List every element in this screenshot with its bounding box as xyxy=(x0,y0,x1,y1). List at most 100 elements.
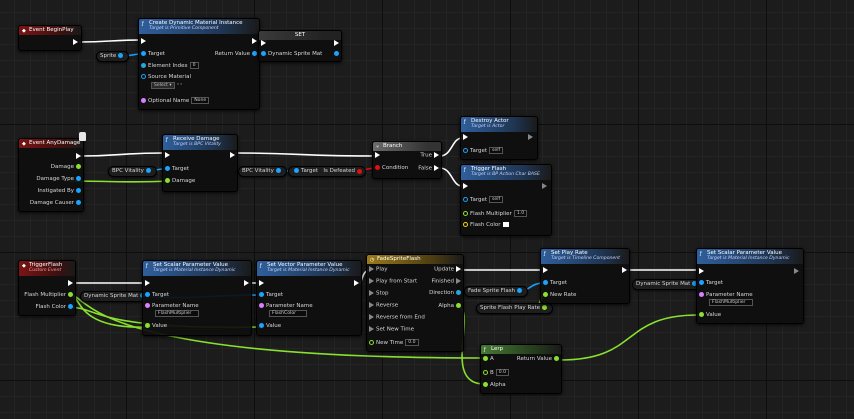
exec-in-pin[interactable] xyxy=(145,280,150,286)
alpha-pin[interactable] xyxy=(456,303,461,308)
new-time-field[interactable]: 0.0 xyxy=(405,339,419,346)
target-pin[interactable] xyxy=(141,51,146,56)
dynamic-sprite-mat-variable[interactable]: Dynamic Sprite Mat xyxy=(80,291,152,302)
object-out-pin[interactable] xyxy=(145,168,151,173)
direction-pin[interactable] xyxy=(456,290,461,295)
target-pin[interactable] xyxy=(699,280,704,285)
destroy-actor-node[interactable]: ƒ Destroy Actor Target is Actor Target self xyxy=(460,116,538,160)
parameter-name-field[interactable]: FlashMultiplier xyxy=(709,299,753,306)
return-value-pin[interactable] xyxy=(554,356,559,361)
new-time-pin[interactable] xyxy=(369,340,374,345)
a-pin[interactable] xyxy=(483,356,488,361)
new-rate-pin[interactable] xyxy=(543,292,548,297)
set-vector-parameter-node[interactable]: ƒ Set Vector Parameter Value Target is Mat… xyxy=(256,260,362,336)
target-field[interactable]: self xyxy=(489,147,504,154)
target-field[interactable]: self xyxy=(489,196,504,203)
flash-color-pin[interactable] xyxy=(463,222,468,227)
exec-in-pin[interactable] xyxy=(699,268,704,274)
reverse-pin[interactable] xyxy=(369,302,374,308)
parameter-name-pin[interactable] xyxy=(699,292,704,297)
damage-causer-pin[interactable] xyxy=(76,200,81,205)
exec-out-pin[interactable] xyxy=(622,267,627,273)
condition-pin[interactable] xyxy=(375,165,380,170)
return-value-pin[interactable] xyxy=(252,51,257,56)
true-exec-pin[interactable] xyxy=(434,152,439,158)
source-material-dropdown[interactable]: Select ▾ xyxy=(151,82,175,89)
object-out-pin[interactable] xyxy=(275,168,281,173)
fade-sprite-flash-timeline-node[interactable]: ◷ FadeSpriteFlash Play Play from Start St… xyxy=(366,254,464,352)
exec-out-pin[interactable] xyxy=(252,38,257,44)
false-exec-pin[interactable] xyxy=(434,165,439,171)
fade-sprite-flash-variable[interactable]: Fade Sprite Flash xyxy=(464,286,529,297)
stop-pin[interactable] xyxy=(369,290,374,296)
finished-pin[interactable] xyxy=(456,278,461,284)
target-pin[interactable] xyxy=(463,148,468,153)
exec-out-pin[interactable] xyxy=(334,40,339,46)
trigger-flash-event-node[interactable]: ◆ TriggerFlash Custom Event Flash Multipli… xyxy=(18,260,76,316)
set-play-rate-node[interactable]: ƒ Set Play Rate Target is Timeline Compone… xyxy=(540,248,630,304)
dynamic-sprite-mat-variable[interactable]: Dynamic Sprite Mat xyxy=(632,279,704,290)
value-pin[interactable] xyxy=(699,312,704,317)
optional-name-pin[interactable] xyxy=(141,98,146,103)
exec-in-pin[interactable] xyxy=(259,280,264,286)
element-index-field[interactable]: 0 xyxy=(189,62,199,69)
target-pin[interactable] xyxy=(294,168,299,173)
flash-multiplier-pin[interactable] xyxy=(68,292,73,297)
exec-out-pin[interactable] xyxy=(68,280,73,286)
parameter-name-field[interactable]: FlashMultiplier xyxy=(155,310,199,317)
object-out-pin[interactable] xyxy=(118,53,124,58)
sprite-variable[interactable]: Sprite xyxy=(96,51,130,62)
play-pin[interactable] xyxy=(369,266,374,272)
exec-out-pin[interactable] xyxy=(244,280,249,286)
event-any-damage-node[interactable]: ◆ Event AnyDamage Damage Damage Type Inst… xyxy=(18,138,84,212)
branch-node[interactable]: ⑂ Branch True Condition False xyxy=(372,141,442,179)
exec-in-pin[interactable] xyxy=(463,134,468,140)
parameter-name-field[interactable]: FlashColor xyxy=(269,310,307,317)
exec-out-pin[interactable] xyxy=(230,152,235,158)
update-pin[interactable] xyxy=(456,266,461,272)
set-scalar-parameter-node[interactable]: ƒ Set Scalar Parameter Value Target is Mat… xyxy=(696,248,804,324)
value-out-pin[interactable] xyxy=(334,51,339,56)
target-pin[interactable] xyxy=(145,292,150,297)
parameter-name-pin[interactable] xyxy=(145,303,150,308)
exec-in-pin[interactable] xyxy=(543,267,548,273)
create-dynamic-material-instance-node[interactable]: ƒ Create Dynamic Material Instance Target … xyxy=(138,18,260,110)
bpc-vitality-variable[interactable]: BPC Vitality xyxy=(108,166,157,177)
value-pin[interactable] xyxy=(259,323,264,328)
set-variable-node[interactable]: SET Dynamic Sprite Mat xyxy=(258,30,342,62)
exec-in-pin[interactable] xyxy=(261,40,266,46)
source-material-pin[interactable] xyxy=(141,74,146,79)
flash-multiplier-pin[interactable] xyxy=(463,211,468,216)
exec-in-pin[interactable] xyxy=(165,152,170,158)
target-pin[interactable] xyxy=(463,197,468,202)
target-pin[interactable] xyxy=(165,166,170,171)
exec-out-pin[interactable] xyxy=(528,134,533,140)
object-out-pin[interactable] xyxy=(517,288,523,293)
event-begin-play-node[interactable]: ◆ Event BeginPlay xyxy=(18,25,82,51)
value-pin[interactable] xyxy=(145,323,150,328)
lerp-node[interactable]: ƒ Lerp A Return Value B 0.0 Alpha xyxy=(480,344,562,394)
damage-type-pin[interactable] xyxy=(76,176,81,181)
damage-in-pin[interactable] xyxy=(165,178,170,183)
optional-name-field[interactable]: None xyxy=(191,97,210,104)
instigated-by-pin[interactable] xyxy=(76,188,81,193)
exec-in-pin[interactable] xyxy=(141,38,146,44)
sprite-flash-play-rate-variable[interactable]: Sprite Flash Play Rate xyxy=(476,303,554,314)
bool-out-pin[interactable] xyxy=(357,169,362,174)
value-in-pin[interactable] xyxy=(261,51,266,56)
target-pin[interactable] xyxy=(259,292,264,297)
receive-damage-node[interactable]: ƒ Receive Damage Target is BPC Vitality Ta… xyxy=(162,134,238,192)
exec-out-pin[interactable] xyxy=(76,153,81,159)
is-defeated-node[interactable]: Target Is Defeated xyxy=(288,166,366,177)
element-index-pin[interactable] xyxy=(141,63,146,68)
bpc-vitality-variable[interactable]: BPC Vitality xyxy=(238,166,287,177)
flash-color-pin[interactable] xyxy=(68,304,73,309)
trigger-flash-call-node[interactable]: ƒ Trigger Flash Target is BP Action Char B… xyxy=(460,164,552,236)
alpha-pin[interactable] xyxy=(483,382,488,387)
flash-color-swatch[interactable] xyxy=(502,222,509,227)
float-out-pin[interactable] xyxy=(542,305,548,310)
flash-multiplier-field[interactable]: 1.0 xyxy=(513,210,528,217)
exec-out-pin[interactable] xyxy=(73,39,78,45)
exec-in-pin[interactable] xyxy=(375,152,380,158)
b-field[interactable]: 0.0 xyxy=(495,369,510,376)
